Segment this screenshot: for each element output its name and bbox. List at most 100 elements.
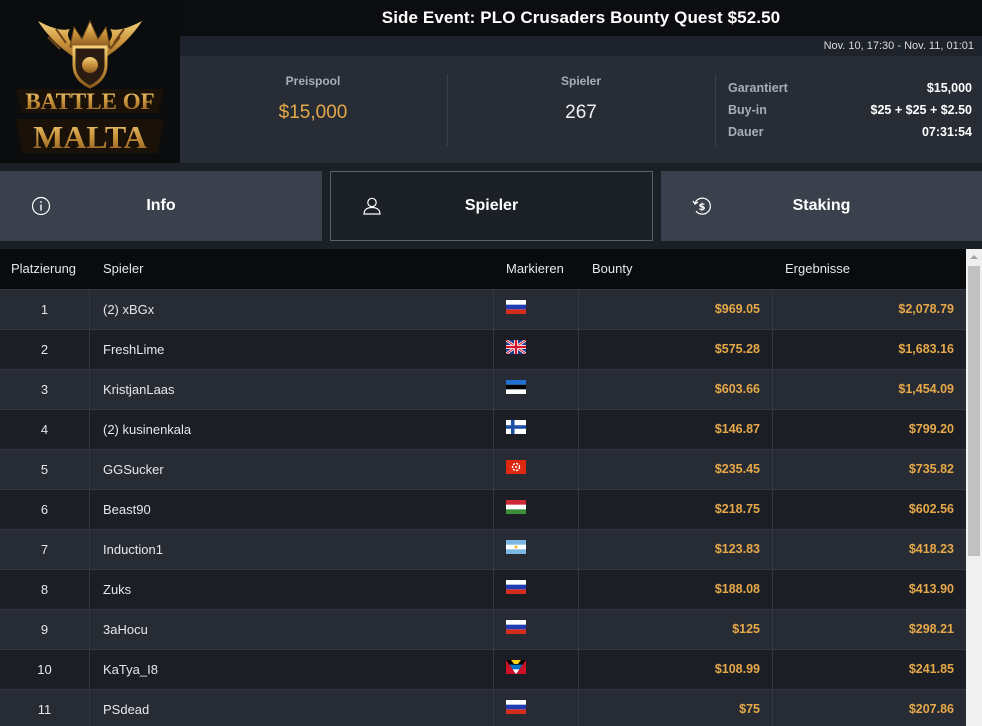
table-row[interactable]: 8 Zuks $188.08 $413.90 [0, 569, 966, 609]
player-name-cell[interactable]: FreshLime [103, 342, 164, 357]
guaranteed-row: Garantiert $15,000 [728, 81, 972, 101]
column-divider [578, 570, 579, 609]
column-divider [493, 570, 494, 609]
result-cell: $241.85 [908, 662, 954, 676]
tournament-title: Side Event: PLO Crusaders Bounty Quest $… [381, 8, 781, 27]
table-row[interactable]: 5 GGSucker $235.45 $735.82 [0, 449, 966, 489]
scroll-up-arrow-icon[interactable] [966, 249, 982, 265]
column-divider [493, 330, 494, 369]
result-cell: $207.86 [908, 702, 954, 716]
result-cell: $413.90 [908, 582, 954, 596]
tab-spieler[interactable]: Spieler [330, 171, 653, 241]
guaranteed-value: $15,000 [926, 81, 972, 95]
column-divider [578, 690, 579, 726]
bounty-cell: $235.45 [714, 462, 760, 476]
header-player[interactable]: Spieler [103, 261, 143, 276]
player-name-cell[interactable]: (2) xBGx [103, 302, 154, 317]
result-cell: $602.56 [908, 502, 954, 516]
scroll-thumb[interactable] [968, 266, 980, 556]
result-cell: $1,683.16 [898, 342, 954, 356]
table-body: 1 (2) xBGx $969.05 $2,078.79 2 FreshLime $575.… [0, 289, 966, 726]
result-cell: $418.23 [908, 542, 954, 556]
hong-kong-flag-icon [506, 460, 526, 474]
bounty-cell: $146.87 [714, 422, 760, 436]
bounty-cell: $575.28 [714, 342, 760, 356]
header-bounty[interactable]: Bounty [592, 261, 632, 276]
table-row[interactable]: 3 KristjanLaas $603.66 $1,454.09 [0, 369, 966, 409]
column-divider [772, 330, 773, 369]
rank-cell: 4 [40, 422, 49, 437]
column-divider [89, 290, 90, 329]
column-divider [89, 610, 90, 649]
user-icon [363, 197, 381, 215]
column-divider [89, 330, 90, 369]
russia-flag-icon [506, 300, 526, 314]
tournament-stats: Preispool $15,000 Spieler 267 Garantiert… [180, 56, 982, 163]
column-divider [578, 370, 579, 409]
result-cell: $1,454.09 [898, 382, 954, 396]
column-divider [578, 410, 579, 449]
header-rank[interactable]: Platzierung [11, 261, 76, 276]
column-divider [89, 530, 90, 569]
column-divider [89, 570, 90, 609]
players-table: Platzierung Spieler Markieren Bounty Erg… [0, 249, 966, 726]
column-divider [578, 450, 579, 489]
tab-info[interactable]: Info [0, 171, 322, 241]
dollar-icon: $ [692, 197, 711, 215]
vertical-scrollbar[interactable] [966, 249, 982, 726]
russia-flag-icon [506, 700, 526, 714]
rank-cell: 7 [40, 542, 49, 557]
column-divider [772, 530, 773, 569]
rank-cell: 6 [40, 502, 49, 517]
column-divider [772, 570, 773, 609]
table-row[interactable]: 6 Beast90 $218.75 $602.56 [0, 489, 966, 529]
players-label: Spieler [560, 74, 602, 88]
player-name-cell[interactable]: Zuks [103, 582, 131, 597]
header-result[interactable]: Ergebnisse [785, 261, 850, 276]
table-row[interactable]: 11 PSdead $75 $207.86 [0, 689, 966, 726]
svg-text:$: $ [699, 202, 706, 213]
result-cell: $799.20 [908, 422, 954, 436]
player-name-cell[interactable]: GGSucker [103, 462, 164, 477]
prizepool-label: Preispool [285, 74, 341, 88]
estonia-flag-icon [506, 380, 526, 394]
column-divider [493, 690, 494, 726]
player-name-cell[interactable]: 3aHocu [103, 622, 148, 637]
duration-row: Dauer 07:31:54 [728, 125, 972, 145]
table-row[interactable]: 9 3aHocu $125 $298.21 [0, 609, 966, 649]
player-name-cell[interactable]: PSdead [103, 702, 149, 717]
table-row[interactable]: 2 FreshLime $575.28 $1,683.16 [0, 329, 966, 369]
column-divider [772, 290, 773, 329]
column-divider [493, 290, 494, 329]
header-flag[interactable]: Markieren [506, 261, 564, 276]
column-divider [89, 690, 90, 726]
table-row[interactable]: 10 KaTya_I8 $108.99 $241.85 [0, 649, 966, 689]
antigua-and-barbuda-flag-icon [506, 660, 526, 674]
column-divider [493, 410, 494, 449]
argentina-flag-icon [506, 540, 526, 554]
player-name-cell[interactable]: KristjanLaas [103, 382, 175, 397]
result-cell: $735.82 [908, 462, 954, 476]
player-name-cell[interactable]: (2) kusinenkala [103, 422, 191, 437]
prizepool-stat: Preispool $15,000 [240, 74, 386, 146]
svg-text:BATTLE OF: BATTLE OF [25, 89, 154, 114]
column-divider [578, 330, 579, 369]
title-bar: Side Event: PLO Crusaders Bounty Quest $… [180, 0, 982, 36]
stat-divider [447, 74, 448, 146]
column-divider [89, 410, 90, 449]
rank-cell: 1 [40, 302, 49, 317]
bounty-cell: $75 [739, 702, 760, 716]
player-name-cell[interactable]: Beast90 [103, 502, 151, 517]
column-divider [493, 530, 494, 569]
table-row[interactable]: 4 (2) kusinenkala $146.87 $799.20 [0, 409, 966, 449]
table-row[interactable]: 7 Induction1 $123.83 $418.23 [0, 529, 966, 569]
player-name-cell[interactable]: KaTya_I8 [103, 662, 158, 677]
table-row[interactable]: 1 (2) xBGx $969.05 $2,078.79 [0, 289, 966, 329]
column-divider [89, 490, 90, 529]
result-cell: $2,078.79 [898, 302, 954, 316]
player-name-cell[interactable]: Induction1 [103, 542, 163, 557]
rank-cell: 8 [40, 582, 49, 597]
tournament-app: BATTLE OF MALTA Side Event: PLO Crusader… [0, 0, 982, 726]
buyin-label: Buy-in [728, 103, 767, 117]
tab-staking[interactable]: $ Staking [661, 171, 982, 241]
